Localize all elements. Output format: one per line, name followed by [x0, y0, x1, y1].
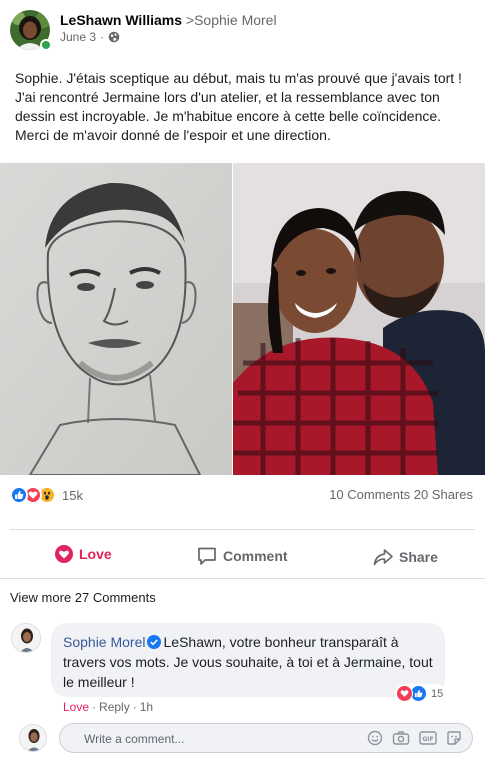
write-comment-placeholder: Write a comment...	[84, 732, 185, 746]
actions-divider	[0, 578, 485, 579]
reaction-count: 15k	[62, 487, 83, 503]
post-text: Sophie. J'étais sceptique au début, mais…	[15, 69, 475, 145]
love-icon	[55, 545, 73, 563]
comment-button[interactable]: Comment	[197, 546, 288, 566]
post-text-line: dessin est incroyable. Je m'habitue enco…	[15, 108, 442, 124]
post-text-line: Merci de m'avoir donné de l'espoir et un…	[15, 127, 331, 143]
comment-actions: Love · Reply · 1h	[63, 700, 153, 714]
view-more-comments-link[interactable]: View more 27 Comments	[10, 590, 156, 605]
love-button[interactable]: Love	[55, 545, 112, 563]
comment-icon	[198, 547, 216, 565]
comment-author-name[interactable]: Sophie Morel	[63, 634, 146, 650]
comment-text-line: le meilleur !	[63, 674, 135, 690]
globe-icon	[108, 31, 120, 43]
comments-count-link[interactable]: 10 Comments	[329, 487, 410, 502]
current-user-avatar	[19, 724, 47, 752]
love-button-label: Love	[79, 546, 112, 562]
reaction-summary[interactable]: 15k	[10, 485, 83, 505]
write-comment-input[interactable]: Write a comment... GIF	[59, 723, 473, 753]
love-icon	[396, 685, 413, 702]
commenter-avatar[interactable]	[11, 623, 41, 653]
share-button-label: Share	[399, 549, 438, 565]
sticker-icon[interactable]	[446, 730, 462, 746]
comment-reaction-count: 15	[431, 687, 444, 700]
comment-text-line: LeShawn, votre bonheur transparaît à	[163, 634, 399, 650]
comment-button-label: Comment	[223, 548, 288, 564]
post-author-name[interactable]: LeShawn Williams	[60, 12, 182, 28]
sketch-photo[interactable]	[0, 163, 232, 475]
svg-text:GIF: GIF	[422, 736, 433, 743]
like-icon	[10, 486, 28, 504]
post-target-name[interactable]: >Sophie Morel	[186, 12, 277, 28]
stats-divider	[10, 529, 475, 530]
post-text-line: J'ai rencontré Jermaine lors d'un atelie…	[15, 89, 440, 105]
author-avatar[interactable]	[10, 10, 52, 51]
emoji-icon[interactable]	[367, 730, 383, 746]
comment-reactions[interactable]: 15	[395, 684, 447, 703]
meta-separator: ·	[100, 30, 105, 44]
comment-text-line: travers vos mots. Je vous souhaite, à to…	[63, 654, 433, 670]
comment-action-separator: ·	[132, 700, 137, 714]
camera-icon[interactable]	[392, 730, 410, 746]
couple-photo[interactable]	[233, 163, 485, 475]
verified-badge-icon	[146, 635, 161, 649]
online-status-dot	[40, 39, 52, 51]
share-button[interactable]: Share	[373, 547, 438, 567]
post-header: LeShawn Williams >Sophie Morel June 3 ·	[0, 0, 485, 56]
comment-action-separator: ·	[92, 700, 97, 714]
comment-reply-link[interactable]: Reply	[99, 700, 130, 714]
comment-love-link[interactable]: Love	[63, 700, 89, 714]
post-date[interactable]: June 3	[60, 30, 96, 44]
engagement-stats: 10 Comments 20 Shares	[329, 487, 473, 502]
shares-count-link[interactable]: 20 Shares	[414, 487, 473, 502]
gif-icon[interactable]: GIF	[419, 730, 437, 746]
share-icon	[373, 549, 393, 566]
post-text-line: Sophie. J'étais sceptique au début, mais…	[15, 70, 462, 86]
comment-bubble: Sophie Morel LeShawn, votre bonheur tran…	[51, 623, 445, 697]
comment-time[interactable]: 1h	[140, 700, 153, 714]
